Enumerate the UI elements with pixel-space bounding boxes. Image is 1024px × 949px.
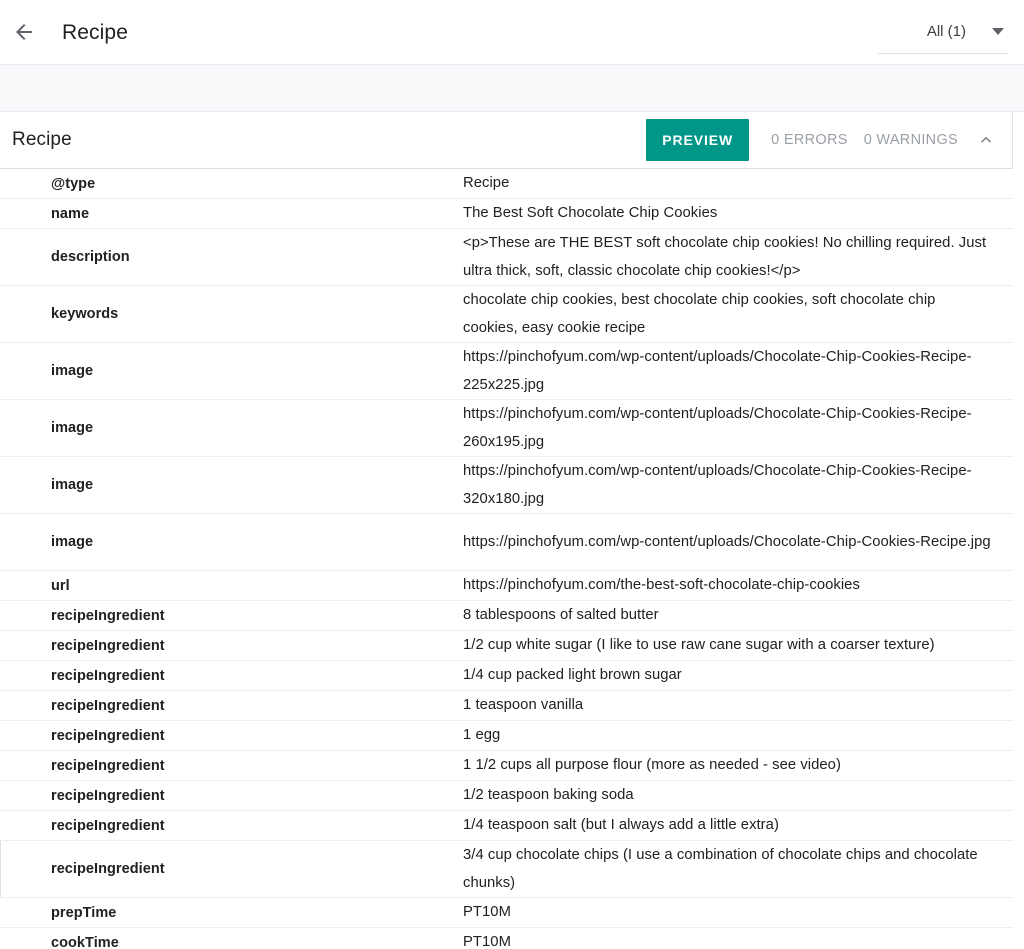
property-value: 1/4 cup packed light brown sugar	[463, 667, 682, 683]
filter-dropdown[interactable]: All (1)	[878, 10, 1008, 54]
table-row: url https://pinchofyum.com/the-best-soft-…	[0, 571, 1013, 601]
errors-count: 0 ERRORS	[771, 132, 848, 148]
chevron-up-icon	[976, 129, 996, 152]
property-value: https://pinchofyum.com/wp-content/upload…	[463, 534, 991, 550]
table-row: recipeIngredient 1/4 cup packed light bro…	[0, 661, 1013, 691]
property-key: recipeIngredient	[51, 607, 165, 624]
property-value: PT10M	[463, 934, 511, 949]
result-card-header: Recipe PREVIEW 0 ERRORS 0 WARNINGS	[0, 112, 1012, 169]
table-row: image https://pinchofyum.com/wp-content/u…	[0, 400, 1013, 457]
property-key: description	[51, 249, 130, 265]
property-value: PT10M	[463, 904, 511, 920]
property-key: keywords	[51, 306, 119, 322]
property-key: @type	[51, 175, 96, 192]
property-key: name	[51, 205, 90, 222]
property-key: image	[51, 420, 94, 436]
table-row: recipeIngredient 1 teaspoon vanilla	[0, 691, 1013, 721]
property-value: https://pinchofyum.com/wp-content/upload…	[463, 349, 972, 393]
property-key: recipeIngredient	[51, 697, 165, 714]
table-row: recipeIngredient 1/4 teaspoon salt (but I…	[0, 811, 1013, 841]
property-value: 1/2 teaspoon baking soda	[463, 787, 634, 803]
property-key: image	[51, 534, 94, 550]
property-value: 1 egg	[463, 727, 501, 743]
property-key: recipeIngredient	[51, 637, 165, 654]
result-card: Recipe PREVIEW 0 ERRORS 0 WARNINGS @type…	[0, 112, 1013, 949]
property-key: recipeIngredient	[51, 861, 165, 877]
property-value: https://pinchofyum.com/the-best-soft-cho…	[463, 577, 860, 593]
property-key: image	[51, 477, 94, 493]
table-row: image https://pinchofyum.com/wp-content/u…	[0, 457, 1013, 514]
property-value: 1 teaspoon vanilla	[463, 697, 584, 713]
section-spacer-band	[0, 65, 1024, 112]
table-row: keywords chocolate chip cookies, best cho…	[0, 286, 1013, 343]
property-value: <p>These are THE BEST soft chocolate chi…	[463, 235, 987, 279]
warnings-count: 0 WARNINGS	[863, 132, 958, 148]
property-key: image	[51, 363, 94, 379]
property-value: The Best Soft Chocolate Chip Cookies	[463, 205, 718, 221]
table-row: recipeIngredient 1 1/2 cups all purpose f…	[0, 751, 1013, 781]
property-key: recipeIngredient	[51, 817, 165, 834]
table-row: description <p>These are THE BEST soft ch…	[0, 229, 1013, 286]
property-value: https://pinchofyum.com/wp-content/upload…	[463, 406, 972, 450]
property-value: 1 1/2 cups all purpose flour (more as ne…	[463, 757, 841, 773]
property-key: recipeIngredient	[51, 757, 165, 774]
filter-dropdown-label: All (1)	[926, 23, 966, 40]
table-row: image https://pinchofyum.com/wp-content/u…	[0, 514, 1013, 571]
arrow-left-icon	[12, 20, 36, 44]
property-key: recipeIngredient	[51, 727, 165, 744]
page-root: Recipe All (1) Recipe PREVIEW 0 ERRORS 0…	[0, 0, 1024, 949]
property-value: https://pinchofyum.com/wp-content/upload…	[463, 463, 972, 507]
property-key: url	[51, 577, 70, 594]
property-key: cookTime	[51, 934, 119, 949]
table-row: recipeIngredient 1/2 cup white sugar (I l…	[0, 631, 1013, 661]
app-bar: Recipe All (1)	[0, 0, 1024, 65]
status-counts: 0 ERRORS 0 WARNINGS	[771, 132, 958, 148]
property-value: Recipe	[463, 175, 510, 191]
table-row: recipeIngredient 8 tablespoons of salted …	[0, 601, 1013, 631]
property-key: recipeIngredient	[51, 787, 165, 804]
table-row: recipeIngredient 1/2 teaspoon baking soda	[0, 781, 1013, 811]
property-value: 3/4 cup chocolate chips (I use a combina…	[463, 847, 978, 891]
result-card-title: Recipe	[12, 129, 72, 150]
collapse-card-button[interactable]	[964, 118, 1008, 162]
property-key: recipeIngredient	[51, 667, 165, 684]
table-row: image https://pinchofyum.com/wp-content/u…	[0, 343, 1013, 400]
preview-button[interactable]: PREVIEW	[646, 119, 750, 161]
table-row: name The Best Soft Chocolate Chip Cookies	[0, 199, 1013, 229]
property-key: prepTime	[51, 904, 117, 921]
table-row: recipeIngredient 1 egg	[0, 721, 1013, 751]
table-row: prepTime PT10M	[0, 898, 1013, 928]
property-value: 1/4 teaspoon salt (but I always add a li…	[463, 817, 779, 833]
property-value: chocolate chip cookies, best chocolate c…	[463, 292, 936, 336]
page-title: Recipe	[62, 20, 128, 44]
property-value: 8 tablespoons of salted butter	[463, 607, 659, 623]
property-table: @type Recipe name The Best Soft Chocolate C…	[0, 169, 1013, 949]
table-row: recipeIngredient 3/4 cup chocolate chips …	[0, 841, 1013, 898]
property-value: 1/2 cup white sugar (I like to use raw c…	[463, 637, 935, 653]
chevron-down-icon	[992, 28, 1004, 35]
table-row: @type Recipe	[0, 169, 1013, 199]
back-button[interactable]	[0, 8, 48, 56]
table-row: cookTime PT10M	[0, 928, 1013, 949]
